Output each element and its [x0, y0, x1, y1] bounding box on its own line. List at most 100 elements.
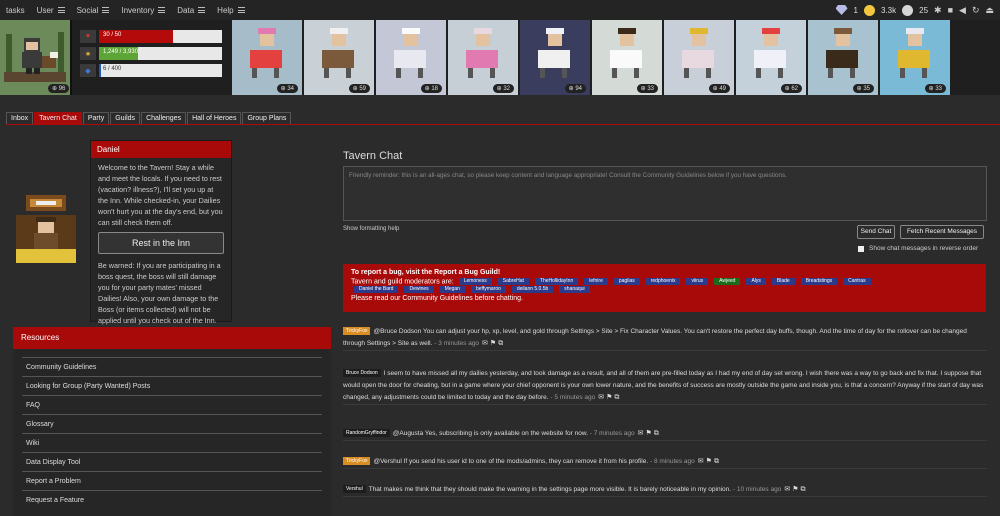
menu-inventory[interactable]: Inventory	[115, 0, 171, 20]
party-member[interactable]: ⊕ 33	[880, 20, 952, 95]
party-member[interactable]: ⊕ 35	[808, 20, 880, 95]
mail-icon[interactable]: ✉	[482, 340, 490, 347]
resource-link[interactable]: Community Guidelines	[22, 357, 322, 376]
resource-link[interactable]: Report a Problem	[22, 471, 322, 490]
resource-link[interactable]: Data Display Tool	[22, 452, 322, 471]
innkeeper-name: Daniel	[91, 141, 231, 158]
mana-drop-icon: ◆	[80, 64, 96, 77]
member-sprite	[250, 28, 282, 78]
party-member[interactable]: ⊕ 33	[592, 20, 664, 95]
menu-user[interactable]: User	[31, 0, 71, 20]
message-actions: ✉⚑⧉	[638, 430, 661, 437]
message-timestamp: - 5 minutes ago	[548, 394, 596, 401]
moderator-name[interactable]: Awjeed	[714, 277, 741, 285]
message-author[interactable]: Vershul	[343, 485, 366, 494]
chat-message: TrickyFox @Vershul If you send his user i…	[343, 456, 987, 469]
message-author[interactable]: RandomGryffindor	[343, 429, 390, 438]
mail-icon[interactable]: ✉	[598, 394, 606, 401]
message-timestamp: - 10 minutes ago	[731, 486, 782, 493]
health-bar: 30 / 50	[99, 30, 222, 43]
message-author[interactable]: Bruce Dodson	[343, 369, 381, 378]
formatting-help-link[interactable]: Show formatting help	[343, 226, 399, 232]
sound-icon[interactable]: ◀	[959, 5, 966, 16]
resource-link[interactable]: FAQ	[22, 395, 322, 414]
moderator-name[interactable]: Breadstings	[800, 277, 838, 285]
moderator-name[interactable]: paglias	[613, 277, 640, 285]
tab-inbox[interactable]: Inbox	[6, 112, 34, 124]
rest-in-inn-button[interactable]: Rest in the Inn	[98, 232, 224, 254]
tab-challenges[interactable]: Challenges	[141, 112, 187, 124]
message-author[interactable]: TrickyFox	[343, 457, 371, 466]
moderator-name[interactable]: deilann 5.0.5b	[511, 286, 554, 294]
moderator-name[interactable]: Megan	[439, 286, 465, 294]
menu-data[interactable]: Data	[171, 0, 211, 20]
reverse-order-label: Show chat messages in reverse order	[869, 245, 979, 252]
flag-icon[interactable]: ⚑	[645, 430, 653, 437]
copy-icon[interactable]: ⧉	[800, 486, 807, 493]
player-avatar[interactable]: ⊕ 96	[0, 20, 72, 95]
moderator-name[interactable]: shanaqui	[559, 286, 590, 294]
moderator-name[interactable]: SabreHat	[497, 277, 529, 285]
moderator-name[interactable]: Lemoness	[458, 277, 492, 285]
reverse-order-checkbox[interactable]	[858, 245, 864, 252]
hamburger-icon	[158, 7, 166, 13]
menu-help[interactable]: Help	[211, 0, 250, 20]
send-chat-button[interactable]: Send Chat	[857, 225, 895, 239]
party-member[interactable]: ⊕ 94	[520, 20, 592, 95]
settings-gear-icon[interactable]: ✱	[934, 5, 942, 16]
party-member[interactable]: ⊕ 18	[376, 20, 448, 95]
resource-link[interactable]: Wiki	[22, 433, 322, 452]
moderator-name[interactable]: beffymaroo	[470, 286, 506, 294]
menu-social[interactable]: Social	[71, 0, 116, 20]
tab-party[interactable]: Party	[82, 112, 110, 124]
copy-icon[interactable]: ⧉	[614, 394, 621, 401]
guidelines-notice[interactable]: Please read our Community Guidelines bef…	[351, 295, 978, 304]
moderator-name[interactable]: Cantras	[843, 277, 871, 285]
moderator-name[interactable]: Dewines	[404, 286, 434, 294]
notifications-icon[interactable]: ■	[948, 5, 953, 15]
moderator-name[interactable]: Daniel the Bard	[354, 286, 399, 294]
fetch-recent-messages-button[interactable]: Fetch Recent Messages	[900, 225, 984, 239]
mail-icon[interactable]: ✉	[698, 458, 706, 465]
mana-fill	[99, 64, 101, 77]
resource-link[interactable]: Request a Feature	[22, 490, 322, 509]
party-member[interactable]: ⊕ 34	[232, 20, 304, 95]
gold-coin-icon	[864, 4, 875, 16]
tab-tavern-chat[interactable]: Tavern Chat	[34, 112, 82, 124]
sync-icon[interactable]: ↻	[972, 5, 980, 16]
tab-group-plans[interactable]: Group Plans	[242, 112, 292, 124]
report-bug-link[interactable]: To report a bug, visit the Report a Bug …	[351, 269, 978, 278]
moderator-name[interactable]: redphoenix	[645, 277, 681, 285]
copy-icon[interactable]: ⧉	[714, 458, 721, 465]
chat-message-input[interactable]: Friendly reminder: this is an all-ages c…	[343, 166, 987, 221]
party-member[interactable]: ⊕ 49	[664, 20, 736, 95]
resource-link[interactable]: Looking for Group (Party Wanted) Posts	[22, 376, 322, 395]
resource-link[interactable]: Glossary	[22, 414, 322, 433]
menu-tasks[interactable]: tasks	[0, 0, 31, 20]
tab-hall-of-heroes[interactable]: Hall of Heroes	[187, 112, 242, 124]
moderator-name[interactable]: Alys	[746, 277, 766, 285]
moderator-name[interactable]: TheHollidayInn	[534, 277, 579, 285]
copy-icon[interactable]: ⧉	[498, 340, 505, 347]
message-author[interactable]: TrickyFox	[343, 327, 371, 336]
party-members: ⊕ 34 ⊕ 59 ⊕ 18 ⊕ 32 ⊕ 94 ⊕ 33 ⊕ 49 ⊕ 62 ⊕ 35 ⊕ 33	[232, 20, 952, 95]
gem-count: 1	[853, 5, 858, 15]
member-sprite	[394, 28, 426, 78]
flag-icon[interactable]: ⚑	[490, 340, 498, 347]
moderator-name[interactable]: viirus	[686, 277, 709, 285]
moderator-name[interactable]: lefnire	[584, 277, 608, 285]
moderator-name[interactable]: Blade	[771, 277, 795, 285]
experience-bar: 1,249 / 3,930	[99, 47, 222, 60]
party-member[interactable]: ⊕ 32	[448, 20, 520, 95]
level-badge: ⊕ 94	[564, 84, 586, 93]
mail-icon[interactable]: ✉	[784, 486, 792, 493]
logout-icon[interactable]: ⏏	[985, 5, 994, 16]
flag-icon[interactable]: ⚑	[706, 458, 714, 465]
tab-guilds[interactable]: Guilds	[110, 112, 141, 124]
level-badge: ⊕ 62	[780, 84, 802, 93]
level-badge: ⊕ 35	[852, 84, 874, 93]
copy-icon[interactable]: ⧉	[654, 430, 661, 437]
party-member[interactable]: ⊕ 59	[304, 20, 376, 95]
gem-icon[interactable]	[835, 5, 848, 15]
party-member[interactable]: ⊕ 62	[736, 20, 808, 95]
